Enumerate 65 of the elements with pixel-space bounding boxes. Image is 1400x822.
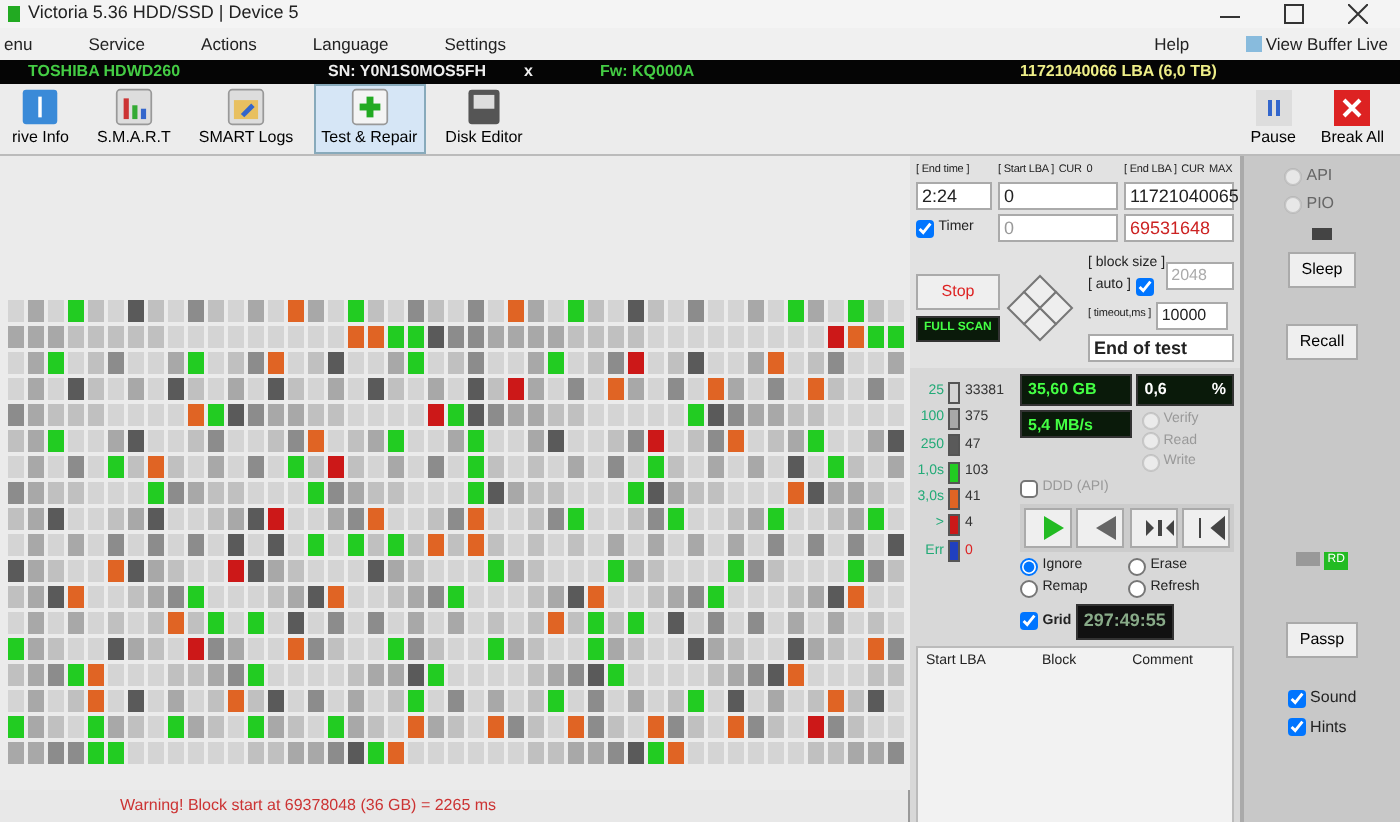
menu-item[interactable]: Settings bbox=[444, 31, 506, 57]
port-label: API bbox=[1306, 164, 1333, 188]
close-drive-button[interactable]: x bbox=[524, 60, 600, 84]
drive-firmware: Fw: KQ000A bbox=[600, 60, 697, 84]
toolbar-button[interactable]: S.M.A.R.T bbox=[88, 84, 179, 154]
menu-item[interactable]: Actions bbox=[201, 31, 257, 57]
sleep-button[interactable]: Sleep bbox=[1287, 252, 1357, 289]
menu-item[interactable]: Service bbox=[88, 31, 146, 57]
transport-button[interactable] bbox=[1181, 507, 1230, 547]
close-icon bbox=[1334, 90, 1371, 126]
toolbar-button[interactable]: Disk Editor bbox=[437, 84, 531, 154]
close-icon bbox=[1348, 4, 1368, 24]
timer-checkbox[interactable] bbox=[916, 219, 934, 238]
minimize-icon bbox=[1220, 16, 1240, 18]
indicator-icon bbox=[1312, 228, 1332, 241]
percent-sign: % bbox=[1211, 377, 1226, 402]
drive-serial: SN: Y0N1S0MOS5FH bbox=[328, 60, 488, 84]
radio-button[interactable] bbox=[1020, 557, 1038, 575]
smart-icon bbox=[111, 88, 156, 126]
current-lba-field[interactable]: 69531648 bbox=[1124, 214, 1234, 243]
window-title: Victoria 5.36 HDD/SSD | Device 5 bbox=[28, 0, 299, 27]
toolbar-button[interactable]: SMART Logs bbox=[190, 84, 302, 154]
radio-button[interactable] bbox=[1128, 557, 1146, 575]
percent-value: 0,6 bbox=[1144, 377, 1167, 402]
maximize-icon bbox=[1284, 4, 1304, 24]
menu-item[interactable]: Language bbox=[312, 31, 389, 57]
radio-button[interactable] bbox=[1128, 580, 1146, 598]
drive-capacity: 11721040066 LBA (6,0 TB) bbox=[1020, 60, 1217, 84]
timeout-field[interactable]: 10000 bbox=[1155, 301, 1228, 329]
elapsed-time-display: 297:49:55 bbox=[1075, 604, 1174, 639]
end-lba-field[interactable]: 11721040065 bbox=[1124, 182, 1234, 211]
view-buffer-live-link[interactable]: View Buffer Live bbox=[1265, 31, 1388, 57]
ddd-checkbox[interactable] bbox=[1020, 479, 1038, 497]
menu-item[interactable]: enu bbox=[4, 31, 33, 57]
port-label: PIO bbox=[1306, 192, 1335, 217]
grid-checkbox[interactable] bbox=[1020, 612, 1038, 631]
passp-button[interactable]: Passp bbox=[1285, 622, 1359, 659]
toolbar-button[interactable]: rive Info bbox=[4, 84, 77, 154]
app-icon bbox=[8, 6, 20, 22]
hints-checkbox[interactable] bbox=[1287, 718, 1306, 736]
transport-button[interactable] bbox=[1129, 507, 1178, 547]
sound-checkbox[interactable] bbox=[1287, 689, 1306, 708]
direction-pad-icon bbox=[1006, 274, 1074, 342]
scanned-size-display: 35,60 GB bbox=[1020, 373, 1132, 406]
pause-icon bbox=[1255, 90, 1292, 126]
info-icon bbox=[18, 88, 63, 126]
drive-model: TOSHIBA HDWD260 bbox=[28, 60, 183, 84]
auto-checkbox[interactable] bbox=[1135, 277, 1154, 295]
end-time-field[interactable]: 2:24 bbox=[916, 182, 992, 211]
stop-button[interactable]: Stop bbox=[916, 274, 1000, 311]
sound-label: Sound bbox=[1310, 686, 1357, 711]
list-icon bbox=[1245, 36, 1262, 52]
pause-button[interactable]: Pause bbox=[1242, 84, 1304, 154]
speed-display: 5,4 MB/s bbox=[1020, 410, 1132, 438]
break-all-button[interactable]: Break All bbox=[1312, 84, 1392, 154]
log-message: Warning! Block start at 69378048 (36 GB) = 2265 ms bbox=[120, 794, 497, 818]
hints-label: Hints bbox=[1310, 715, 1347, 739]
radio-button[interactable] bbox=[1020, 580, 1038, 598]
recall-button[interactable]: Recall bbox=[1285, 324, 1359, 361]
indicator-icon bbox=[1295, 552, 1320, 567]
menu-item[interactable]: Help bbox=[1154, 31, 1190, 57]
start-lba-field[interactable]: 0 bbox=[998, 182, 1118, 211]
toolbar-button[interactable]: Test & Repair bbox=[313, 84, 426, 154]
end-action-dropdown[interactable]: End of test bbox=[1088, 333, 1234, 362]
transport-button[interactable] bbox=[1076, 507, 1125, 547]
